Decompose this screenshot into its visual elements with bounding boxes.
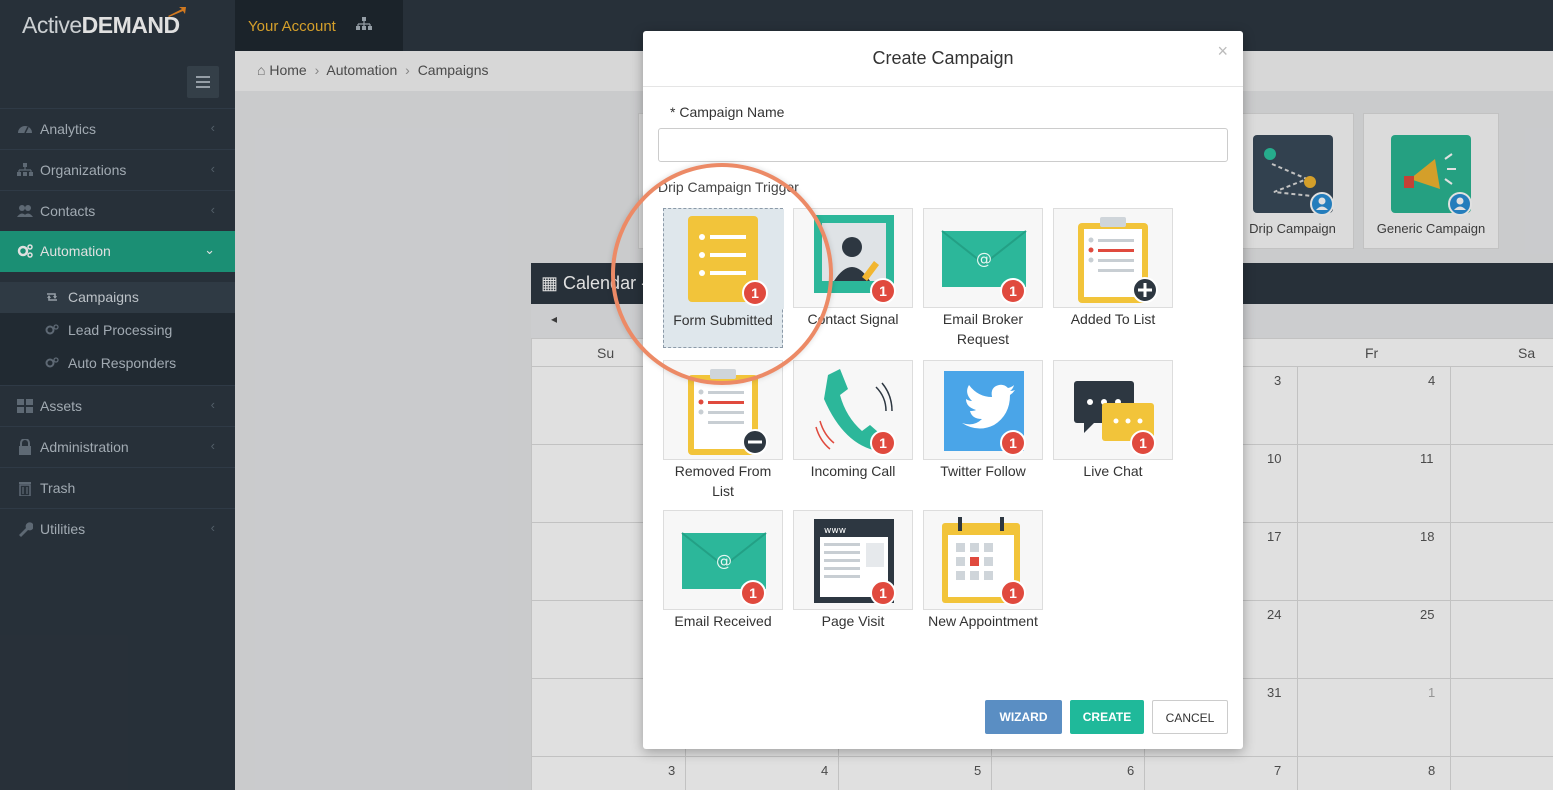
create-campaign-modal: Create Campaign × * Campaign Name Drip C… xyxy=(643,31,1243,749)
trigger-label: Added To List xyxy=(1070,311,1156,327)
svg-text:@: @ xyxy=(976,249,992,268)
trigger-label: Page Visit xyxy=(821,613,885,629)
create-button[interactable]: CREATE xyxy=(1070,700,1144,734)
trigger-badge: 1 xyxy=(1130,430,1156,456)
trigger-added-to-list[interactable]: Added To List xyxy=(1053,208,1173,329)
trigger-incoming-call[interactable]: 1 Incoming Call xyxy=(793,360,913,481)
trigger-badge: 1 xyxy=(740,580,766,606)
trigger-label: Twitter Follow xyxy=(940,463,1026,479)
campaign-name-label: * Campaign Name xyxy=(670,104,785,120)
trigger-badge: 1 xyxy=(1000,278,1026,304)
trigger-email-received[interactable]: @ 1 Email Received xyxy=(663,510,783,631)
modal-title: Create Campaign xyxy=(643,31,1243,87)
trigger-new-appointment[interactable]: 1 New Appointment xyxy=(923,510,1043,631)
trigger-badge: 1 xyxy=(1000,430,1026,456)
trigger-badge: 1 xyxy=(870,430,896,456)
clipboard-add-icon xyxy=(1078,217,1158,303)
trigger-email-broker-request[interactable]: @ 1 Email Broker Request xyxy=(923,208,1043,349)
close-icon[interactable]: × xyxy=(1217,41,1228,62)
trigger-label: Live Chat xyxy=(1083,463,1143,479)
trigger-label: Incoming Call xyxy=(810,463,896,479)
highlight-circle xyxy=(611,163,833,385)
trigger-label: Removed From List xyxy=(674,463,772,499)
svg-text:www: www xyxy=(824,526,846,536)
wizard-button[interactable]: WIZARD xyxy=(985,700,1062,734)
trigger-label: Email Received xyxy=(674,613,772,629)
trigger-label: Email Broker Request xyxy=(942,311,1024,347)
trigger-badge: 1 xyxy=(870,580,896,606)
trigger-live-chat[interactable]: 1 Live Chat xyxy=(1053,360,1173,481)
campaign-name-input[interactable] xyxy=(658,128,1228,162)
trigger-badge: 1 xyxy=(1000,580,1026,606)
trigger-label: New Appointment xyxy=(928,613,1038,629)
trigger-page-visit[interactable]: www 1 Page Visit xyxy=(793,510,913,631)
cancel-button[interactable]: CANCEL xyxy=(1152,700,1228,734)
svg-text:@: @ xyxy=(716,551,732,570)
trigger-twitter-follow[interactable]: 1 Twitter Follow xyxy=(923,360,1043,481)
trigger-badge: 1 xyxy=(870,278,896,304)
